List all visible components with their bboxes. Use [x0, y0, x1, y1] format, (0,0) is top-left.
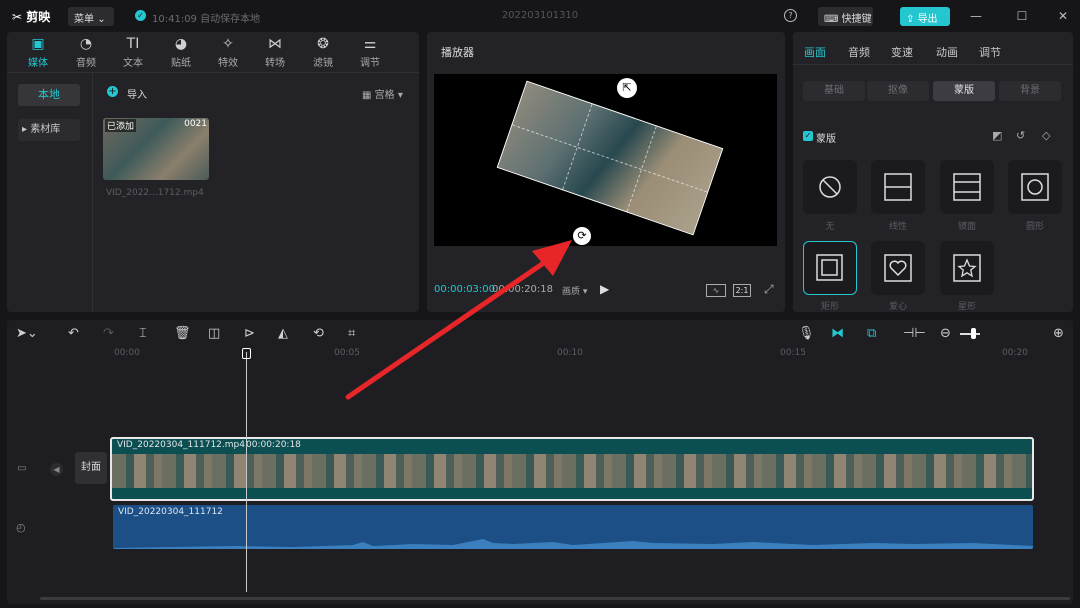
annotation-arrow — [345, 240, 572, 400]
